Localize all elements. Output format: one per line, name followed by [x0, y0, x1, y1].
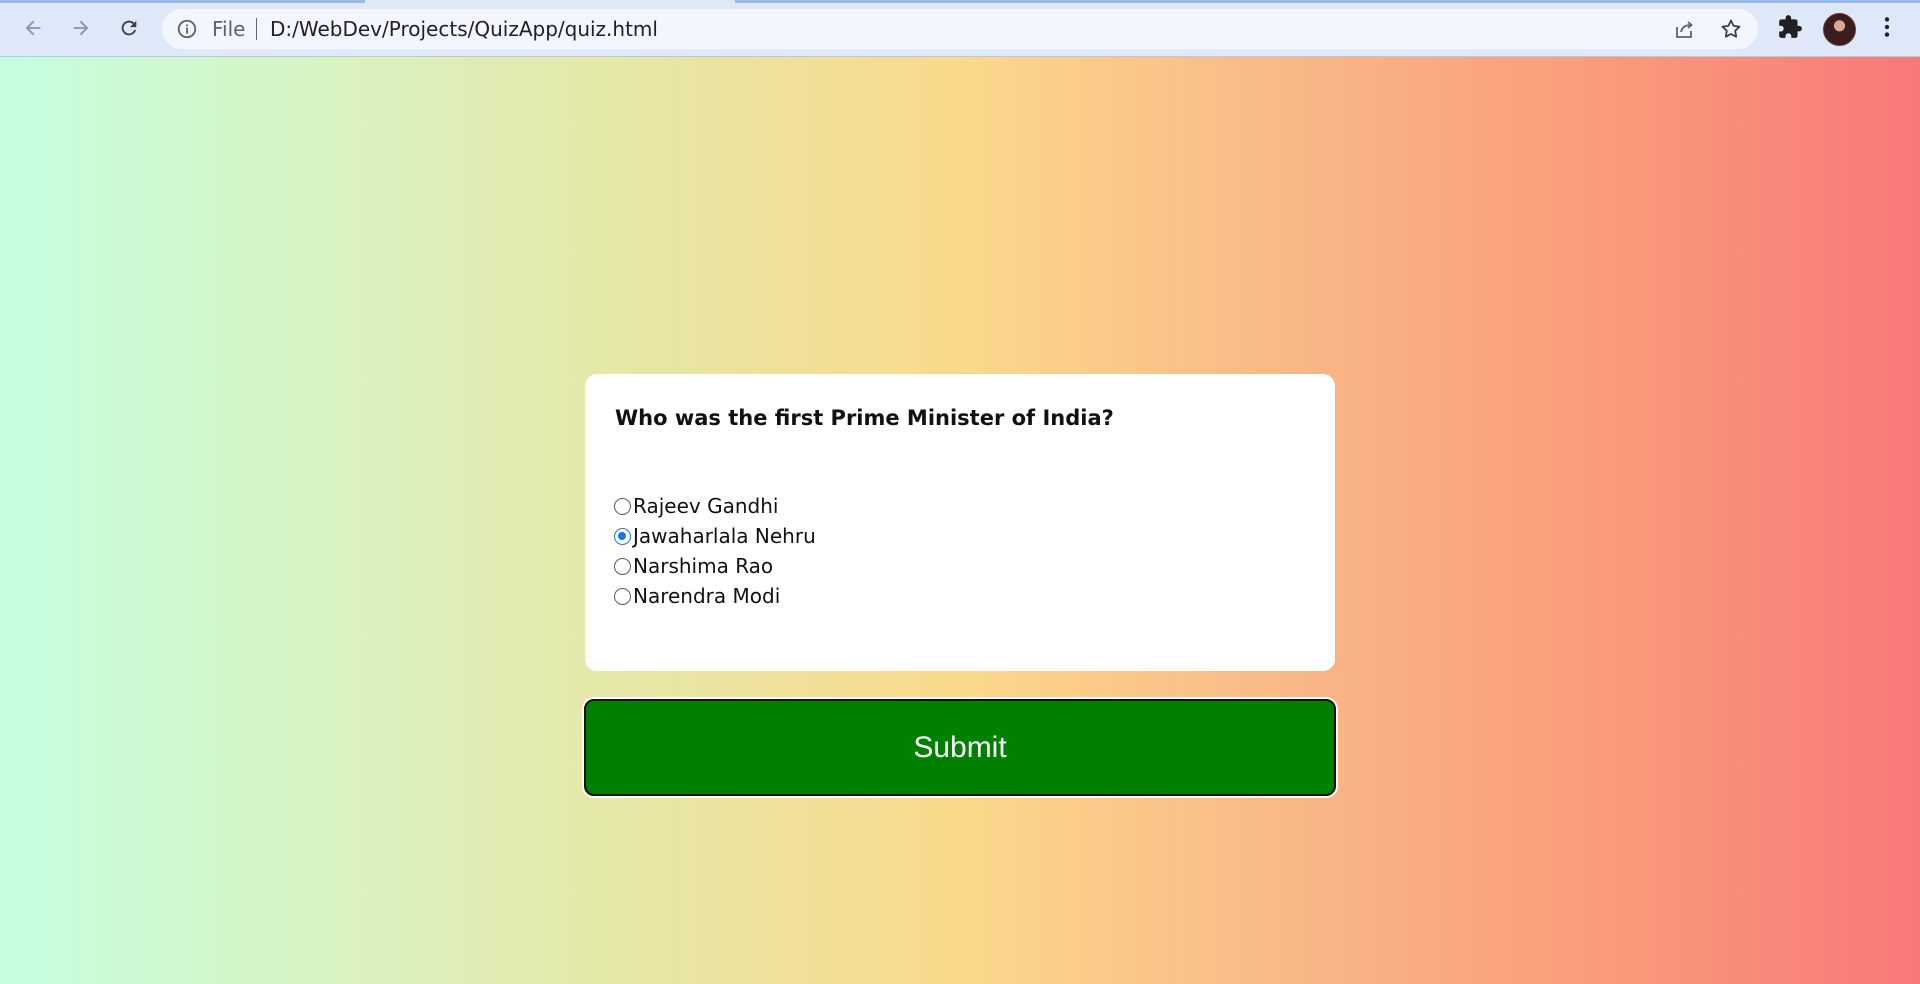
option-label[interactable]: Jawaharlala Nehru [633, 524, 816, 548]
radio-button-selected[interactable] [614, 527, 631, 545]
info-icon[interactable] [176, 18, 198, 40]
forward-button[interactable] [63, 10, 99, 46]
forward-arrow-icon [73, 20, 89, 36]
radio-button[interactable] [614, 497, 631, 515]
question-text: Who was the first Prime Minister of Indi… [615, 406, 1114, 430]
more-vert-icon[interactable] [1874, 14, 1900, 40]
star-icon[interactable] [1719, 17, 1743, 41]
option-narshima-rao[interactable]: Narshima Rao [614, 551, 816, 581]
option-label[interactable]: Narshima Rao [633, 554, 773, 578]
options-list: Rajeev Gandhi Jawaharlala Nehru Narshima… [614, 491, 816, 611]
option-label[interactable]: Narendra Modi [633, 584, 780, 608]
reload-icon [121, 20, 137, 36]
radio-button[interactable] [614, 557, 631, 575]
back-arrow-icon [25, 20, 41, 36]
profile-avatar[interactable] [1823, 13, 1856, 46]
back-button[interactable] [15, 10, 51, 46]
tab-strip-edge [735, 0, 1920, 3]
tab-strip-edge [0, 0, 365, 3]
url-text[interactable]: D:/WebDev/Projects/QuizApp/quiz.html [270, 18, 658, 40]
omnibox-divider [256, 18, 257, 40]
scheme-label: File [212, 17, 246, 41]
puzzle-icon[interactable] [1777, 14, 1803, 40]
option-narendra-modi[interactable]: Narendra Modi [614, 581, 816, 611]
page-background: Who was the first Prime Minister of Indi… [0, 57, 1920, 984]
share-icon[interactable] [1672, 17, 1696, 41]
option-jawaharlala-nehru[interactable]: Jawaharlala Nehru [614, 521, 816, 551]
submit-button[interactable]: Submit [584, 699, 1336, 796]
option-rajeev-gandhi[interactable]: Rajeev Gandhi [614, 491, 816, 521]
reload-button[interactable] [111, 10, 147, 46]
option-label[interactable]: Rajeev Gandhi [633, 494, 778, 518]
quiz-card: Who was the first Prime Minister of Indi… [585, 374, 1335, 671]
browser-toolbar: File D:/WebDev/Projects/QuizApp/quiz.htm… [0, 0, 1920, 57]
address-bar[interactable]: File D:/WebDev/Projects/QuizApp/quiz.htm… [162, 9, 1758, 49]
radio-button[interactable] [614, 587, 631, 605]
